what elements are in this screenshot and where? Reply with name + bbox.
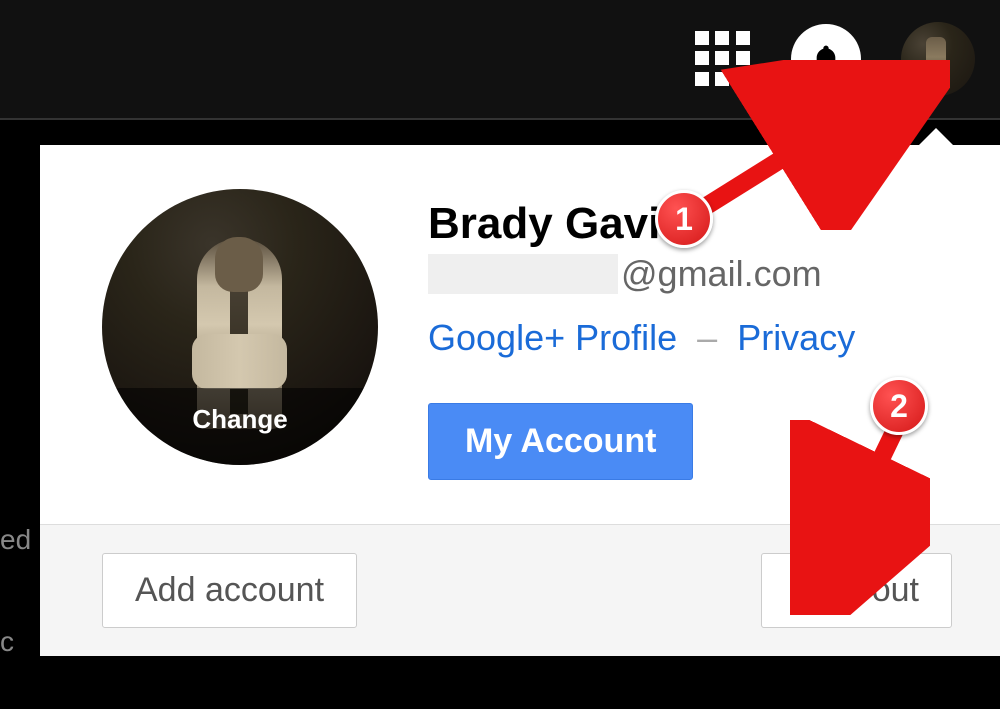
email-redacted-block bbox=[428, 254, 618, 294]
header-bar bbox=[0, 0, 1000, 120]
profile-avatar-large[interactable]: Change bbox=[102, 189, 378, 465]
bell-icon bbox=[810, 41, 842, 77]
dropdown-main: Change Brady Gavin @gmail.com Google+ Pr… bbox=[40, 145, 1000, 524]
sign-out-button[interactable]: Sign out bbox=[761, 553, 952, 628]
background-text-fragment: c bbox=[0, 626, 14, 658]
callout-badge-2: 2 bbox=[870, 377, 928, 435]
my-account-button[interactable]: My Account bbox=[428, 403, 693, 480]
account-dropdown: Change Brady Gavin @gmail.com Google+ Pr… bbox=[40, 145, 1000, 656]
profile-links-row: Google+ Profile – Privacy bbox=[428, 317, 952, 359]
account-avatar-button[interactable] bbox=[901, 22, 975, 96]
callout-badge-1: 1 bbox=[655, 190, 713, 248]
link-separator: – bbox=[697, 317, 717, 359]
dropdown-footer: Add account Sign out bbox=[40, 524, 1000, 656]
user-email: @gmail.com bbox=[428, 253, 952, 295]
email-domain: @gmail.com bbox=[621, 253, 822, 295]
background-text-fragment: ed bbox=[0, 524, 31, 556]
dropdown-caret-icon bbox=[918, 128, 954, 146]
apps-grid-icon[interactable] bbox=[695, 31, 751, 87]
notifications-button[interactable] bbox=[791, 24, 861, 94]
google-plus-profile-link[interactable]: Google+ Profile bbox=[428, 317, 677, 359]
change-photo-label: Change bbox=[102, 388, 378, 465]
add-account-button[interactable]: Add account bbox=[102, 553, 357, 628]
privacy-link[interactable]: Privacy bbox=[737, 317, 855, 359]
